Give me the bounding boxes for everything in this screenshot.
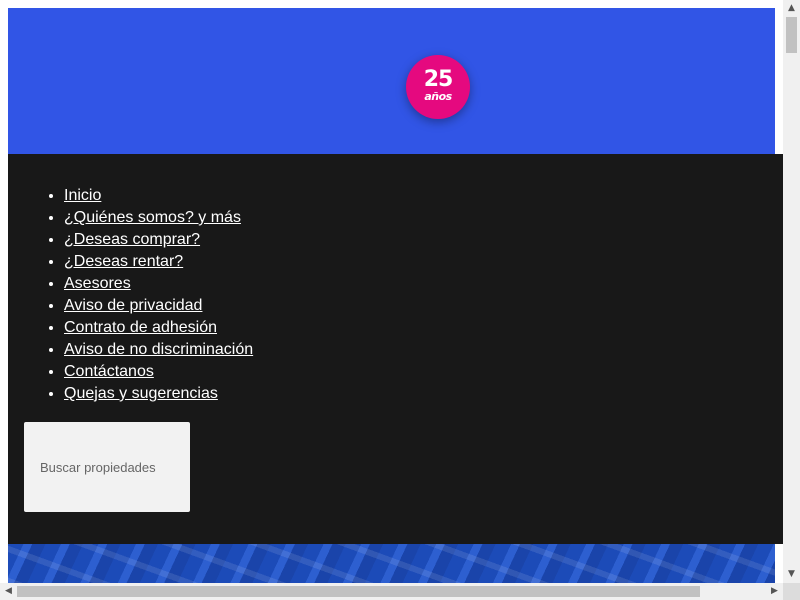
site-header: 25 años xyxy=(8,8,775,154)
menu-link-aviso-privacidad[interactable]: Aviso de privacidad xyxy=(64,297,202,314)
scroll-up-arrow-icon[interactable]: ▲ xyxy=(783,0,800,17)
main-menu-panel: Inicio ¿Quiénes somos? y más ¿Deseas com… xyxy=(8,154,783,544)
horizontal-scroll-thumb[interactable] xyxy=(17,586,700,597)
menu-item-aviso-privacidad: Aviso de privacidad xyxy=(64,295,253,317)
horizontal-scrollbar[interactable]: ◀ ▶ xyxy=(0,583,783,600)
menu-link-contrato-adhesion[interactable]: Contrato de adhesión xyxy=(64,319,217,336)
menu-link-contactanos[interactable]: Contáctanos xyxy=(64,363,154,380)
anniversary-badge-logo[interactable]: 25 años xyxy=(406,55,470,119)
menu-item-no-discriminacion: Aviso de no discriminación xyxy=(64,339,253,361)
badge-number: 25 xyxy=(423,67,454,92)
menu-link-no-discriminacion[interactable]: Aviso de no discriminación xyxy=(64,341,253,358)
badge-word: años xyxy=(424,90,452,103)
main-menu-list: Inicio ¿Quiénes somos? y más ¿Deseas com… xyxy=(8,185,253,405)
menu-item-quejas: Quejas y sugerencias xyxy=(64,383,253,405)
menu-item-asesores: Asesores xyxy=(64,273,253,295)
menu-link-quejas[interactable]: Quejas y sugerencias xyxy=(64,385,218,402)
menu-link-inicio[interactable]: Inicio xyxy=(64,187,101,204)
menu-item-rentar: ¿Deseas rentar? xyxy=(64,251,253,273)
menu-link-quienes-somos[interactable]: ¿Quiénes somos? y más xyxy=(64,209,241,226)
menu-item-comprar: ¿Deseas comprar? xyxy=(64,229,253,251)
menu-link-rentar[interactable]: ¿Deseas rentar? xyxy=(64,253,183,270)
menu-item-inicio: Inicio xyxy=(64,185,253,207)
menu-item-contactanos: Contáctanos xyxy=(64,361,253,383)
scroll-down-arrow-icon[interactable]: ▼ xyxy=(783,566,800,583)
vertical-scrollbar[interactable]: ▲ ▼ xyxy=(783,0,800,583)
menu-link-asesores[interactable]: Asesores xyxy=(64,275,131,292)
scroll-left-arrow-icon[interactable]: ◀ xyxy=(0,583,17,600)
page-viewport: 25 años Inicio ¿Quiénes somos? y más ¿De… xyxy=(8,8,783,583)
menu-item-quienes-somos: ¿Quiénes somos? y más xyxy=(64,207,253,229)
menu-link-comprar[interactable]: ¿Deseas comprar? xyxy=(64,231,200,248)
vertical-scroll-thumb[interactable] xyxy=(786,17,797,53)
scroll-right-arrow-icon[interactable]: ▶ xyxy=(766,583,783,600)
menu-item-contrato-adhesion: Contrato de adhesión xyxy=(64,317,253,339)
hero-city-image xyxy=(8,544,775,583)
search-properties-input[interactable] xyxy=(24,422,190,512)
scrollbar-corner xyxy=(783,583,800,600)
